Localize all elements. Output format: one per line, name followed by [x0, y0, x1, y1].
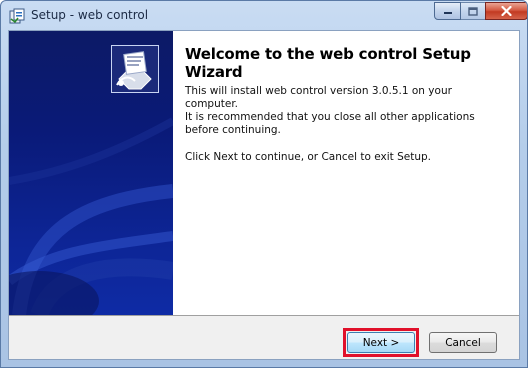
close-icon [501, 6, 512, 16]
wizard-footer: Next > Cancel [9, 316, 519, 359]
maximize-button[interactable] [460, 2, 486, 20]
wizard-client-area: Welcome to the web control Setup Wizard … [8, 30, 520, 360]
wizard-content: Welcome to the web control Setup Wizard … [173, 31, 519, 315]
window-title: Setup - web control [31, 8, 149, 22]
next-button[interactable]: Next > [347, 332, 415, 353]
welcome-heading: Welcome to the web control Setup Wizard [185, 45, 471, 81]
continue-instructions-text: Click Next to continue, or Cancel to exi… [185, 151, 431, 163]
setup-app-icon [9, 8, 25, 24]
minimize-button[interactable] [434, 2, 461, 20]
wizard-side-panel [9, 31, 173, 315]
maximize-icon [468, 6, 478, 16]
setup-window: Setup - web control Welcome to the web c… [0, 0, 528, 368]
setup-wizard-banner-icon [111, 45, 159, 93]
close-button[interactable] [485, 2, 527, 20]
cancel-button[interactable]: Cancel [429, 332, 497, 353]
install-info-text: This will install web control version 3.… [185, 85, 452, 110]
minimize-icon [443, 12, 452, 14]
title-bar[interactable]: Setup - web control [1, 1, 527, 30]
close-apps-text: It is recommended that you close all oth… [185, 111, 475, 136]
